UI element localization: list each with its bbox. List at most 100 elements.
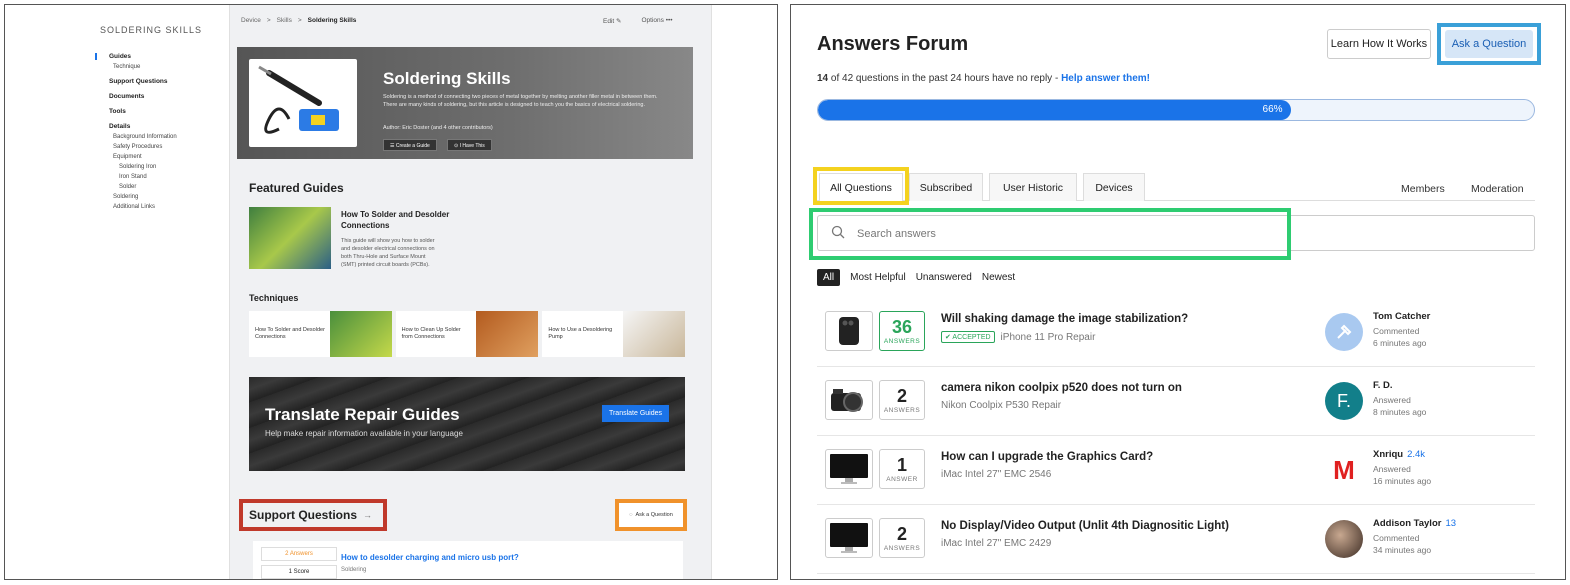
user-name[interactable]: Tom Catcher	[1373, 311, 1430, 322]
tab-devices[interactable]: Devices	[1083, 173, 1145, 201]
user-reputation: 2.4k	[1407, 449, 1426, 460]
filter-bar: All Most Helpful Unanswered Newest	[817, 269, 1015, 286]
technique-card-label: How to Clean Up Solder from Connections	[401, 327, 461, 340]
user-name[interactable]: F. D.	[1373, 380, 1393, 391]
sidebar-list: Guides Technique Support Questions Document…	[77, 53, 225, 210]
device-thumbnail[interactable]	[825, 518, 873, 558]
question-title[interactable]: Will shaking damage the image stabilizat…	[941, 313, 1188, 325]
learn-how-it-works-button[interactable]: Learn How It Works	[1327, 29, 1431, 59]
create-guide-button[interactable]: ☰ Create a Guide	[383, 139, 437, 151]
tab-moderation[interactable]: Moderation	[1471, 183, 1524, 195]
question-title[interactable]: camera nikon coolpix p520 does not turn …	[941, 382, 1182, 394]
ask-question-button[interactable]: Ask a Question	[1445, 30, 1533, 58]
breadcrumb-separator: >	[266, 17, 271, 24]
sidebar-item[interactable]: Iron Stand	[119, 174, 225, 180]
sidebar-item[interactable]: Soldering Iron	[119, 164, 225, 170]
sidebar-item[interactable]: Documents	[109, 93, 225, 100]
answer-count-badge: 1 ANSWER	[879, 449, 925, 489]
user-avatar[interactable]	[1325, 313, 1363, 351]
question-title[interactable]: No Display/Video Output (Unlit 4th Diagn…	[941, 520, 1229, 532]
activity: Answered 8 minutes ago	[1373, 394, 1426, 418]
device-thumbnail[interactable]	[825, 311, 873, 351]
technique-card[interactable]: How To Solder and Desolder Connections	[249, 311, 392, 357]
answer-count-badge: 2 ANSWERS	[879, 518, 925, 558]
sidebar-item[interactable]: Equipment	[113, 154, 225, 160]
question-meta: ✔ ACCEPTED iPhone 11 Pro Repair	[941, 331, 1095, 343]
user-name[interactable]: Addison Taylor 13	[1373, 518, 1456, 529]
sidebar-item[interactable]: Guides	[95, 53, 225, 60]
help-answer-link[interactable]: Help answer them!	[1061, 73, 1150, 84]
answer-count: 2	[896, 524, 907, 544]
progress-bar: 66%	[817, 99, 1535, 121]
hero-description: Soldering is a method of connecting two …	[383, 94, 658, 108]
technique-card-label: How To Solder and Desolder Connections	[255, 327, 325, 340]
i-have-this-button[interactable]: ⊙ I Have This	[447, 139, 492, 151]
filter-unanswered[interactable]: Unanswered	[916, 272, 972, 283]
question-row[interactable]: 1 ANSWER How can I upgrade the Graphics Ca…	[817, 437, 1535, 505]
user-reputation: 13	[1445, 518, 1457, 529]
answer-count-label: ANSWERS	[883, 338, 921, 345]
tab-user-historic[interactable]: User Historic	[989, 173, 1077, 201]
page-title: Answers Forum	[817, 33, 969, 55]
user-avatar-letter: F.	[1336, 390, 1351, 411]
all-questions-highlight	[813, 167, 909, 205]
sidebar-item[interactable]: Safety Procedures	[113, 144, 225, 150]
device-link[interactable]: Nikon Coolpix P530 Repair	[941, 400, 1061, 411]
support-questions-label: Support Questions	[249, 508, 357, 522]
activity-time: 16 minutes ago	[1373, 476, 1432, 486]
answer-count-label: ANSWER	[886, 476, 918, 483]
question-row[interactable]: 36 ANSWERS Will shaking damage the image s…	[817, 299, 1535, 367]
question-title[interactable]: How to desolder charging and micro usb p…	[341, 553, 519, 562]
device-link[interactable]: iMac Intel 27" EMC 2546	[941, 469, 1051, 480]
device-link[interactable]: iMac Intel 27" EMC 2429	[941, 538, 1051, 549]
featured-guide-image[interactable]	[249, 207, 331, 269]
question-title[interactable]: How can I upgrade the Graphics Card?	[941, 451, 1153, 463]
breadcrumb-skills[interactable]: Skills	[277, 17, 292, 24]
soldering-iron-icon	[258, 65, 339, 134]
user-avatar[interactable]	[1325, 520, 1363, 558]
technique-card[interactable]: How to Clean Up Solder from Connections	[395, 311, 539, 357]
activity: Commented 34 minutes ago	[1373, 532, 1431, 556]
user-avatar[interactable]: F.	[1325, 382, 1363, 420]
translate-guides-button[interactable]: Translate Guides	[601, 405, 669, 422]
edit-button[interactable]: Edit ✎	[603, 17, 621, 25]
arrow-right-icon: →	[363, 510, 372, 520]
options-label: Options	[641, 17, 664, 24]
user-avatar-letter: M	[1333, 454, 1355, 485]
device-thumbnail[interactable]	[825, 380, 873, 420]
breadcrumb-device[interactable]: Device	[241, 17, 261, 24]
featured-guide-title[interactable]: How To Solder and Desolder Connections	[341, 209, 451, 231]
question-row[interactable]: 2 ANSWERS No Display/Video Output (Unlit 4…	[817, 506, 1535, 574]
filter-most-helpful[interactable]: Most Helpful	[850, 272, 906, 283]
support-questions-heading[interactable]: Support Questions →	[239, 499, 387, 531]
sidebar-item[interactable]: Support Questions	[109, 78, 225, 85]
sidebar: SOLDERING SKILLS Guides Technique Support …	[77, 13, 225, 579]
sidebar-item[interactable]: Details	[109, 123, 225, 130]
filter-all[interactable]: All	[817, 269, 841, 286]
answers-count: 2 Answers	[261, 547, 337, 561]
user-avatar[interactable]: M	[1325, 451, 1363, 489]
user-name[interactable]: Xnriqu 2.4k	[1373, 449, 1425, 460]
tab-members[interactable]: Members	[1401, 183, 1445, 195]
ask-question-button-left[interactable]: ◌ Ask a Question	[615, 499, 687, 531]
question-row[interactable]: 2 ANSWERS camera nikon coolpix p520 does n…	[817, 368, 1535, 436]
no-reply-count: 14	[817, 73, 829, 84]
technique-card[interactable]: How to Use a Desoldering Pump	[542, 311, 686, 357]
device-thumbnail[interactable]	[825, 449, 873, 489]
device-link[interactable]: iPhone 11 Pro Repair	[1001, 332, 1096, 343]
right-margin	[711, 5, 777, 579]
sidebar-item[interactable]: Tools	[109, 108, 225, 115]
support-question-card[interactable]: 2 Answers 1 Score How to desolder chargi…	[253, 541, 683, 579]
sidebar-item[interactable]: Technique	[113, 64, 225, 70]
filter-newest[interactable]: Newest	[982, 272, 1015, 283]
sidebar-item[interactable]: Background Information	[113, 134, 225, 140]
ask-question-label: Ask a Question	[635, 512, 673, 518]
edit-label: Edit	[603, 18, 615, 25]
tab-subscribed[interactable]: Subscribed	[909, 173, 983, 201]
sidebar-item[interactable]: Additional Links	[113, 204, 225, 210]
hero-banner: Soldering Skills Soldering is a method o…	[237, 47, 693, 159]
options-button[interactable]: Options •••	[641, 17, 672, 25]
breadcrumb: Device > Skills > Soldering Skills	[241, 17, 356, 24]
sidebar-item[interactable]: Solder	[119, 184, 225, 190]
sidebar-item[interactable]: Soldering	[113, 194, 225, 200]
